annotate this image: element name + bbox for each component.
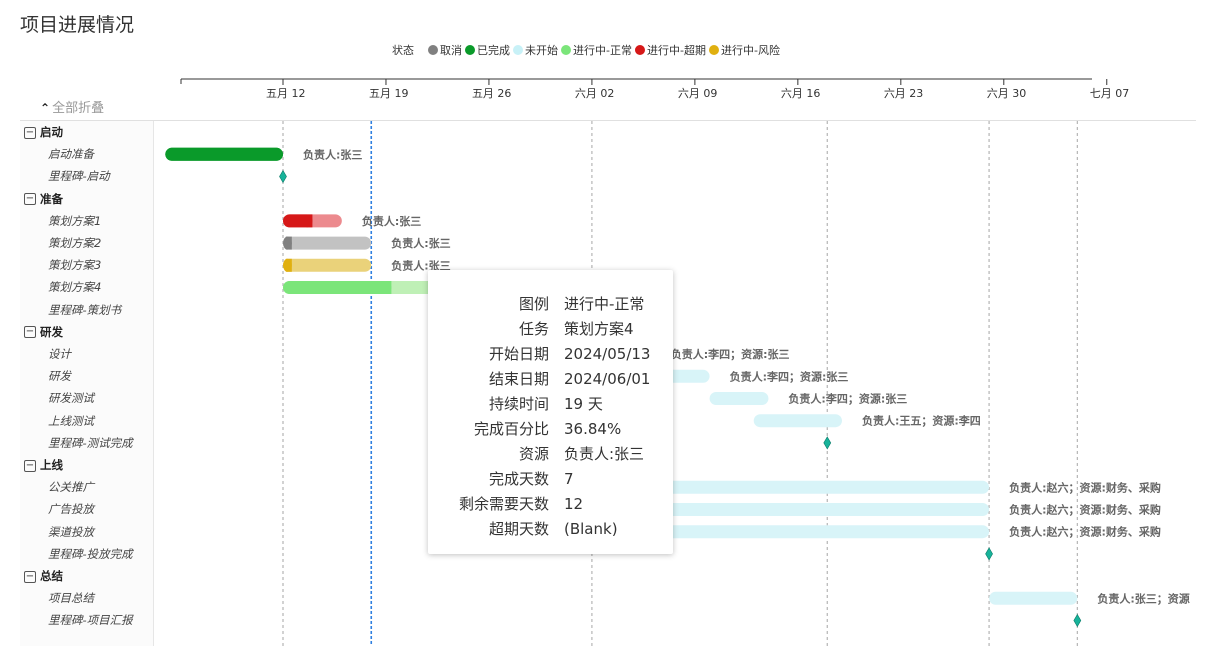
task-bar-label: 负责人:张三 — [303, 147, 362, 161]
task-bar-label: 负责人:张三 — [362, 214, 421, 228]
tooltip-field-label: 超期天数 — [488, 520, 549, 538]
axis-tick-label: 七月 07 — [1090, 87, 1130, 100]
task-bar-label: 负责人:李四；资源:张三 — [671, 347, 790, 361]
axis-tick-label: 六月 23 — [884, 87, 924, 100]
tooltip-field-value: (Blank) — [564, 520, 618, 538]
tooltip-field-value: 36.84% — [564, 420, 622, 438]
task-bar-progress-edge — [285, 236, 292, 250]
task-bar-bg — [283, 236, 372, 250]
task-bar-progress — [283, 281, 392, 294]
tooltip-row: 任务 策划方案4 — [428, 317, 673, 342]
tooltip-field-value: 2024/06/01 — [564, 370, 651, 388]
axis-tick-label: 六月 02 — [575, 87, 615, 100]
tooltip-field-label: 资源 — [518, 445, 549, 463]
task-bar-bg — [283, 258, 372, 272]
axis-tick-label: 六月 30 — [987, 87, 1027, 100]
task-bar-progress-edge — [306, 214, 313, 228]
tooltip-field-value: 策划方案4 — [564, 320, 634, 338]
task-tooltip: 图例 进行中-正常 任务 策划方案4 开始日期 2024/05/13 结束日期 2024/06… — [428, 270, 673, 554]
task-bar-label: 负责人:李四；资源:张三 — [788, 392, 907, 406]
axis-tick-label: 五月 12 — [266, 87, 306, 100]
task-bar-bg — [989, 591, 1078, 605]
task-bar[interactable] — [709, 392, 769, 405]
tooltip-row: 剩余需要天数 12 — [428, 492, 673, 517]
tooltip-row: 超期天数 (Blank) — [428, 517, 673, 542]
tooltip-row: 持续时间 19 天 — [428, 392, 673, 417]
tooltip-field-value: 2024/05/13 — [564, 345, 651, 363]
tooltip-row: 图例 进行中-正常 — [428, 292, 673, 317]
task-bar-label: 负责人:张三；资源 — [1097, 591, 1189, 605]
task-bar-progress-edge — [385, 281, 392, 294]
tooltip-row: 开始日期 2024/05/13 — [428, 342, 673, 367]
task-bar-label: 负责人:张三 — [391, 236, 450, 250]
tooltip-field-label: 结束日期 — [488, 370, 549, 388]
task-bar[interactable] — [283, 236, 372, 250]
axis-tick-label: 五月 19 — [369, 87, 409, 100]
task-bar[interactable] — [283, 214, 342, 228]
axis-tick-label: 六月 16 — [781, 87, 821, 100]
task-bar-bg — [709, 392, 769, 405]
task-bar-bg — [753, 414, 842, 428]
milestone-diamond-icon[interactable] — [823, 436, 832, 450]
tooltip-field-value: 7 — [564, 470, 574, 488]
tooltip-field-value: 12 — [564, 495, 584, 513]
tooltip-field-label: 剩余需要天数 — [458, 495, 549, 513]
tooltip-field-label: 开始日期 — [488, 345, 549, 363]
tooltip-row: 资源 负责人:张三 — [428, 442, 673, 467]
task-bar-progress-edge — [285, 258, 292, 272]
task-bar-progress — [165, 147, 283, 161]
task-bar[interactable] — [283, 258, 372, 272]
axis-tick-label: 五月 26 — [472, 87, 512, 100]
task-bar-label: 负责人:赵六；资源:财务、采购 — [1009, 503, 1161, 517]
tooltip-field-label: 持续时间 — [488, 395, 549, 413]
tooltip-field-label: 任务 — [518, 320, 549, 338]
tooltip-row: 结束日期 2024/06/01 — [428, 367, 673, 392]
tooltip-field-value: 进行中-正常 — [564, 295, 645, 313]
tooltip-field-label: 图例 — [518, 295, 549, 313]
tooltip-field-value: 19 天 — [564, 395, 603, 413]
tooltip-row: 完成百分比 36.84% — [428, 417, 673, 442]
task-bar-label: 负责人:赵六；资源:财务、采购 — [1009, 480, 1161, 494]
milestone-diamond-icon[interactable] — [279, 169, 287, 184]
milestone-diamond-icon[interactable] — [985, 547, 993, 561]
tooltip-row: 完成天数 7 — [428, 467, 673, 492]
tooltip-field-label: 完成百分比 — [473, 420, 549, 438]
tooltip-field-value: 负责人:张三 — [564, 445, 645, 463]
axis-tick-label: 六月 09 — [678, 87, 718, 100]
task-bar[interactable] — [165, 147, 283, 161]
tooltip-field-label: 完成天数 — [488, 470, 549, 488]
task-bar-label: 负责人:王五；资源:李四 — [862, 414, 981, 428]
task-bar[interactable] — [989, 591, 1078, 605]
milestone-diamond-icon[interactable] — [1073, 613, 1082, 628]
task-bar-label: 负责人:李四；资源:张三 — [730, 369, 849, 383]
task-bar-label: 负责人:赵六；资源:财务、采购 — [1009, 525, 1161, 539]
task-bar[interactable] — [753, 414, 842, 428]
